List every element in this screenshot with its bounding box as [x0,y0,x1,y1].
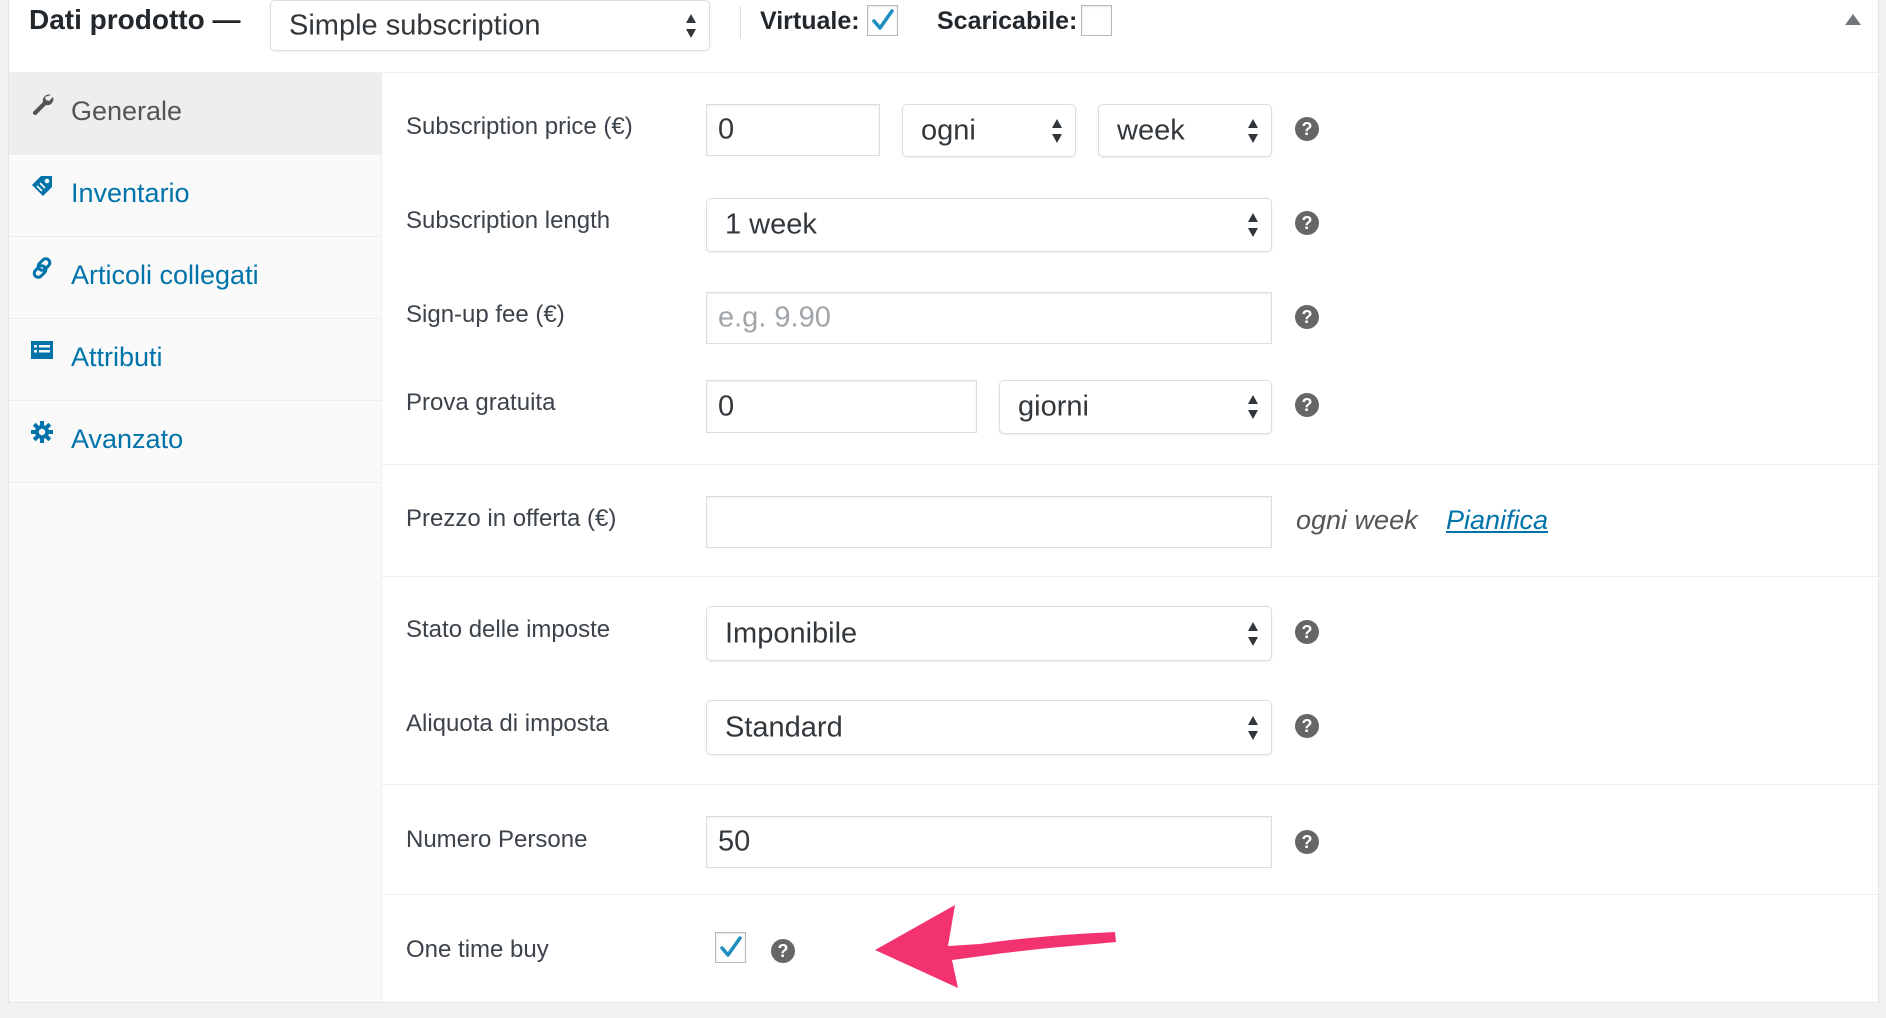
select-arrows-icon [1248,715,1258,740]
general-options: Subscription price (€) 0 ogni week ? Sub… [382,73,1878,1002]
help-icon[interactable]: ? [1295,830,1319,854]
list-icon [31,341,53,359]
select-arrows-icon [1052,118,1062,143]
select-arrows-icon [686,13,696,38]
subscription-price-label: Subscription price (€) [406,113,633,140]
downloadable-checkbox[interactable] [1081,5,1112,36]
schedule-sale-link[interactable]: Pianifica [1446,505,1548,536]
tab-attributi[interactable]: Attributi [9,319,382,401]
section-divider [382,464,1878,465]
sale-price-label: Prezzo in offerta (€) [406,505,617,532]
select-arrows-icon [1248,213,1258,237]
tax-class-label: Aliquota di imposta [406,710,609,737]
num-persons-label: Numero Persone [406,826,588,853]
section-divider [382,576,1878,577]
tab-generale-label: Generale [71,96,183,126]
tab-generale[interactable]: Generale [9,73,382,155]
subscription-length-label: Subscription length [406,207,611,234]
wrench-icon [32,94,54,116]
collapse-toggle-icon[interactable] [1845,14,1861,25]
link-icon [32,257,52,279]
select-arrows-icon [1248,621,1258,646]
select-arrows-icon [1248,118,1258,143]
free-trial-label: Prova gratuita [406,389,556,416]
one-time-buy-label: One time buy [406,936,549,963]
help-icon[interactable]: ? [1295,117,1319,141]
downloadable-label: Scaricabile: [937,7,1078,35]
free-trial-unit-select[interactable]: giorni [999,380,1272,434]
section-divider [382,894,1878,895]
help-icon[interactable]: ? [1295,305,1319,329]
section-divider [382,784,1878,785]
annotation-arrow-icon [875,905,1116,988]
virtual-checkbox[interactable] [867,5,898,36]
tax-status-label: Stato delle imposte [406,616,611,643]
tax-class-select[interactable]: Standard [706,700,1272,755]
tab-attributi-label: Attributi [71,342,163,372]
signup-fee-input[interactable]: e.g. 9.90 [706,292,1272,344]
tab-inventario[interactable]: Inventario [9,155,382,237]
tax-status-select[interactable]: Imponibile [706,606,1272,661]
tab-avanzato[interactable]: Avanzato [9,401,382,483]
help-icon[interactable]: ? [1295,620,1319,644]
tag-icon [32,176,52,196]
tab-articoli-collegati[interactable]: Articoli collegati [9,237,382,319]
virtual-label: Virtuale: [760,7,860,35]
gear-icon [31,421,53,443]
checkmark-icon [872,9,894,30]
signup-fee-label: Sign-up fee (€) [406,301,565,328]
subscription-length-select[interactable]: 1 week [706,198,1272,252]
free-trial-input[interactable]: 0 [706,380,977,433]
product-data-panel: Dati prodotto — Simple subscription Virt… [8,0,1879,1003]
billing-period-select[interactable]: week [1098,104,1272,157]
tab-avanzato-label: Avanzato [71,424,184,454]
panel-title: Dati prodotto — [29,4,241,35]
tab-articoli-collegati-label: Articoli collegati [71,260,259,290]
sale-price-period: ogni week [1296,505,1418,535]
num-persons-input[interactable]: 50 [706,816,1272,868]
help-icon[interactable]: ? [1295,211,1319,235]
help-icon[interactable]: ? [771,939,795,963]
subscription-price-input[interactable]: 0 [706,104,880,156]
select-arrows-icon [1248,395,1258,419]
header-divider [740,6,741,38]
panel-header: Dati prodotto — Simple subscription Virt… [9,0,1878,73]
billing-interval-select[interactable]: ogni [902,104,1076,157]
help-icon[interactable]: ? [1295,393,1319,417]
sale-price-input[interactable] [706,496,1272,548]
checkmark-icon [720,936,742,957]
help-icon[interactable]: ? [1295,714,1319,738]
product-data-tabs: Generale Inventario Articoli collegati A… [9,73,382,1002]
tab-inventario-label: Inventario [71,178,190,208]
product-type-value: Simple subscription [289,9,541,41]
product-type-select[interactable]: Simple subscription [270,0,710,51]
one-time-buy-checkbox[interactable] [715,932,746,963]
